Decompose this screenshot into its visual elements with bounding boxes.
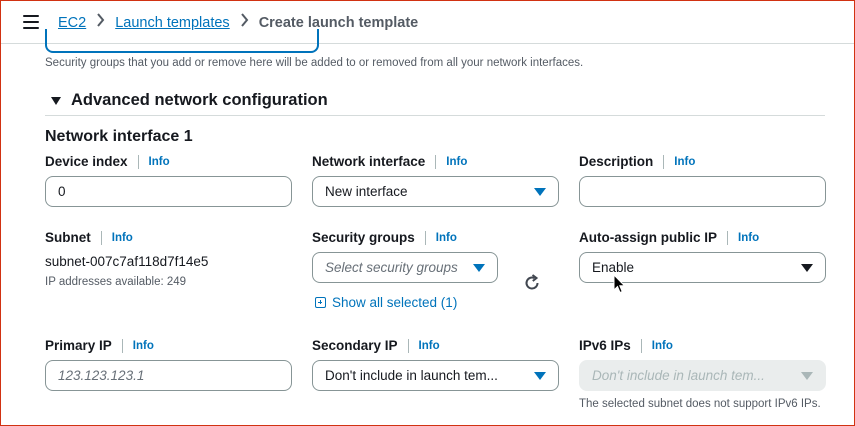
- divider: [435, 154, 437, 169]
- auto-assign-ip-value: Enable: [592, 260, 635, 275]
- divider: [424, 230, 426, 245]
- show-all-selected-link[interactable]: Show all selected (1): [315, 295, 457, 310]
- network-interface-label-row: Network interface Info: [312, 154, 467, 169]
- network-interface-title: Network interface 1: [45, 128, 193, 145]
- subnet-label: Subnet: [45, 230, 91, 245]
- secondary-ip-value: Don't include in launch tem...: [325, 368, 498, 383]
- divider: [640, 338, 642, 353]
- security-groups-info-link[interactable]: Info: [436, 232, 457, 244]
- ipv6-ips-label-row: IPv6 IPs Info: [579, 338, 673, 353]
- security-groups-select[interactable]: Select security groups: [312, 252, 498, 283]
- device-index-label: Device index: [45, 154, 128, 169]
- divider: [137, 154, 139, 169]
- secondary-ip-select[interactable]: Don't include in launch tem...: [312, 360, 559, 391]
- description-input[interactable]: [579, 176, 826, 207]
- divider: [727, 230, 729, 245]
- caret-down-icon: [534, 187, 546, 196]
- show-all-selected-label: Show all selected (1): [332, 295, 458, 310]
- subnet-value: subnet-007c7af118d7f14e5: [45, 254, 209, 269]
- menu-icon[interactable]: [23, 15, 39, 29]
- network-interface-info-link[interactable]: Info: [446, 156, 467, 168]
- subnet-label-row: Subnet Info: [45, 230, 133, 245]
- refresh-icon[interactable]: [522, 273, 542, 298]
- primary-ip-label-row: Primary IP Info: [45, 338, 154, 353]
- subnet-info-link[interactable]: Info: [112, 232, 133, 244]
- device-index-input[interactable]: 0: [45, 176, 292, 207]
- description-info-link[interactable]: Info: [674, 156, 695, 168]
- divider: [121, 338, 123, 353]
- caret-down-icon: [534, 371, 546, 380]
- device-index-value: 0: [58, 184, 66, 199]
- ipv6-ips-help-text: The selected subnet does not support IPv…: [579, 398, 821, 410]
- primary-ip-label: Primary IP: [45, 338, 112, 353]
- auto-assign-ip-label-row: Auto-assign public IP Info: [579, 230, 759, 245]
- advanced-network-config-toggle[interactable]: Advanced network configuration: [51, 91, 328, 110]
- mouse-pointer-icon: [613, 273, 626, 299]
- security-groups-label: Security groups: [312, 230, 415, 245]
- device-index-info-link[interactable]: Info: [149, 156, 170, 168]
- description-label-row: Description Info: [579, 154, 695, 169]
- secondary-ip-label: Secondary IP: [312, 338, 398, 353]
- primary-ip-placeholder: 123.123.123.1: [58, 368, 145, 383]
- security-groups-help-text: Security groups that you add or remove h…: [45, 57, 584, 69]
- network-interface-value: New interface: [325, 184, 408, 199]
- device-index-label-row: Device index Info: [45, 154, 170, 169]
- network-interface-label: Network interface: [312, 154, 426, 169]
- description-label: Description: [579, 154, 654, 169]
- security-groups-placeholder: Select security groups: [325, 260, 458, 275]
- caret-down-icon: [51, 96, 61, 105]
- divider: [663, 154, 665, 169]
- caret-down-icon: [801, 371, 813, 380]
- ipv6-ips-value: Don't include in launch tem...: [592, 368, 765, 383]
- divider: [100, 230, 102, 245]
- caret-down-icon: [473, 263, 485, 272]
- advanced-network-config-title: Advanced network configuration: [71, 91, 328, 109]
- ipv6-ips-select: Don't include in launch tem...: [579, 360, 826, 391]
- caret-down-icon: [801, 263, 813, 272]
- network-interface-select[interactable]: New interface: [312, 176, 559, 207]
- security-groups-label-row: Security groups Info: [312, 230, 457, 245]
- secondary-ip-label-row: Secondary IP Info: [312, 338, 440, 353]
- subnet-help-text: IP addresses available: 249: [45, 276, 187, 288]
- ipv6-ips-label: IPv6 IPs: [579, 338, 631, 353]
- ipv6-ips-info-link[interactable]: Info: [652, 340, 673, 352]
- plus-square-icon: [315, 297, 326, 308]
- auto-assign-ip-info-link[interactable]: Info: [738, 232, 759, 244]
- security-groups-partial-field[interactable]: [45, 29, 319, 53]
- secondary-ip-info-link[interactable]: Info: [419, 340, 440, 352]
- auto-assign-ip-label: Auto-assign public IP: [579, 230, 718, 245]
- primary-ip-info-link[interactable]: Info: [133, 340, 154, 352]
- divider: [407, 338, 409, 353]
- section-divider: [45, 115, 825, 116]
- primary-ip-input[interactable]: 123.123.123.1: [45, 360, 292, 391]
